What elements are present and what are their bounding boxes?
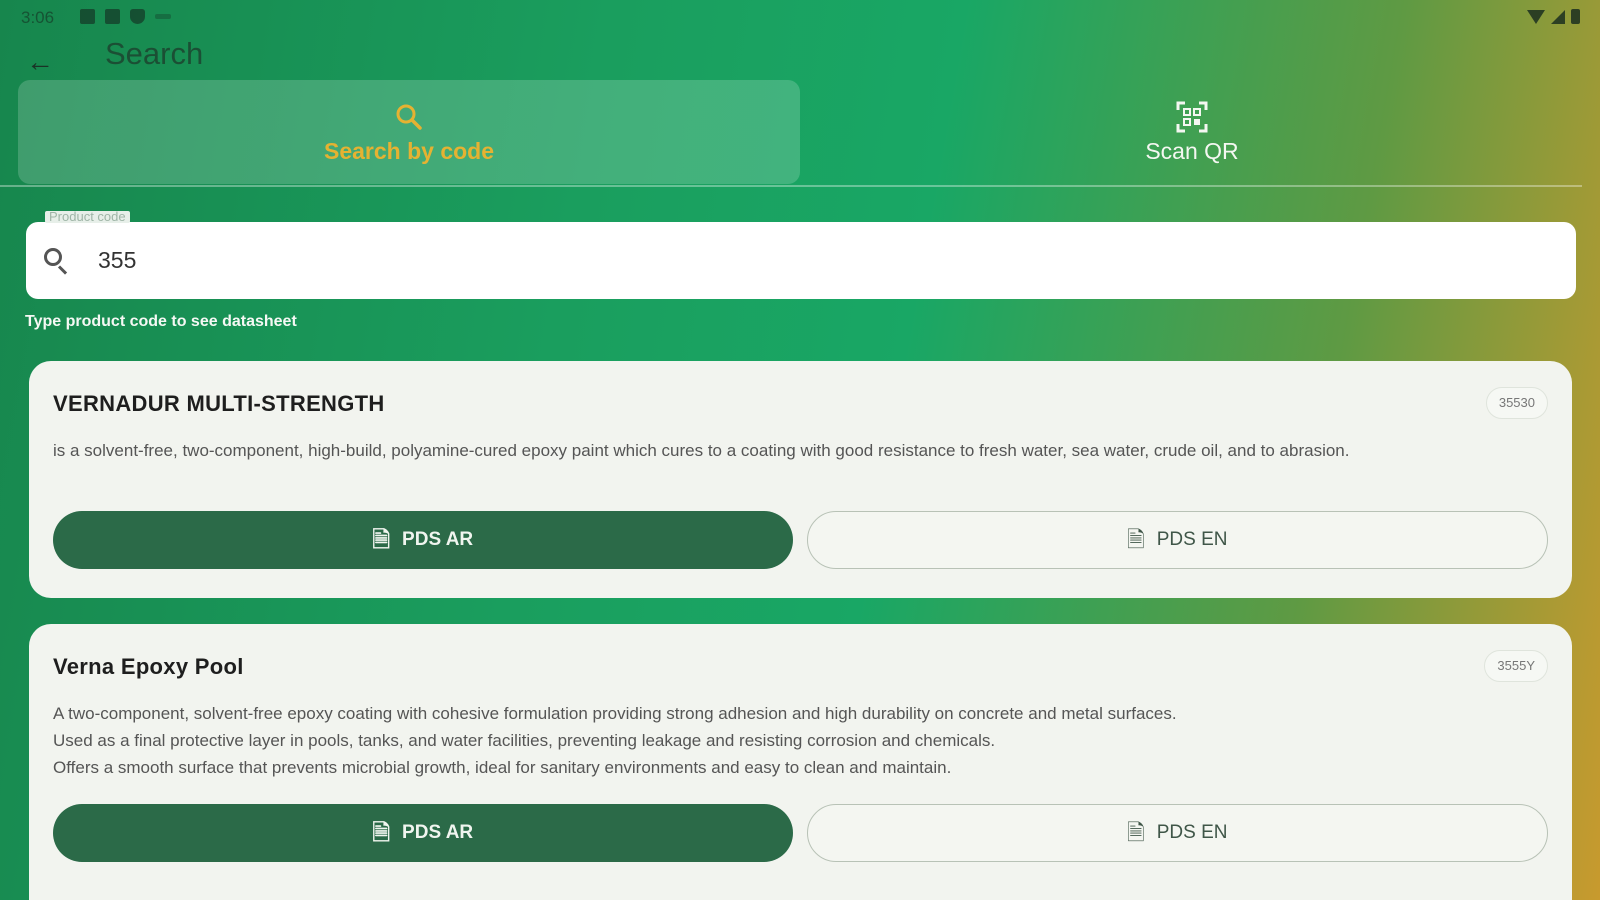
product-title: VERNADUR MULTI-STRENGTH [53, 391, 385, 416]
description-line: A two-component, solvent-free epoxy coat… [53, 704, 1177, 723]
tab-search-by-code[interactable]: Search by code [18, 80, 800, 184]
status-time: 3:06 [21, 8, 55, 27]
wifi-icon [1527, 10, 1545, 24]
more-notifications-icon [155, 14, 171, 19]
description-line: Offers a smooth surface that prevents mi… [53, 758, 952, 777]
datasheet-buttons: 🗎 PDS AR 🗎 PDS EN [53, 511, 1548, 569]
document-icon: 🗎 [1127, 527, 1145, 552]
search-icon [44, 247, 70, 275]
helper-text: Type product code to see datasheet [25, 313, 297, 330]
result-card: Verna Epoxy Pool 3555Y A two-component, … [29, 624, 1572, 900]
tab-label: Search by code [323, 137, 495, 164]
notification-icons [80, 9, 171, 24]
pds-en-button[interactable]: 🗎 PDS EN [806, 511, 1548, 569]
tab-divider [0, 185, 1582, 187]
product-title: Verna Epoxy Pool [53, 654, 244, 679]
document-icon: 🗎 [372, 527, 391, 552]
pds-ar-button[interactable]: 🗎 PDS AR [53, 511, 793, 569]
tab-bar: Search by code Scan QR [18, 80, 1583, 184]
system-icons [1527, 9, 1580, 24]
pds-ar-button[interactable]: 🗎 PDS AR [53, 804, 793, 862]
document-icon: 🗎 [372, 820, 391, 845]
product-code-badge: 35530 [1485, 387, 1548, 419]
app-bar: ← Search [0, 30, 1600, 80]
notification-icon [105, 9, 120, 24]
tab-scan-qr[interactable]: Scan QR [801, 80, 1583, 184]
pds-en-button[interactable]: 🗎 PDS EN [806, 804, 1548, 862]
notification-icon [80, 9, 95, 24]
document-icon: 🗎 [1127, 820, 1145, 845]
button-label: PDS AR [402, 822, 474, 843]
button-label: PDS EN [1156, 822, 1228, 843]
result-card: VERNADUR MULTI-STRENGTH 35530 is a solve… [29, 361, 1572, 598]
qr-scan-icon [1176, 101, 1208, 132]
battery-icon [1571, 9, 1580, 24]
page-title: Search [105, 36, 204, 71]
product-code-badge: 3555Y [1484, 650, 1548, 682]
search-icon [396, 104, 422, 130]
status-bar: 3:06 [0, 0, 1600, 34]
back-arrow-icon[interactable]: ← [26, 46, 58, 78]
product-code-field[interactable] [26, 222, 1576, 299]
product-code-label: Product code [45, 211, 130, 223]
tab-label: Scan QR [1145, 137, 1239, 164]
button-label: PDS EN [1156, 529, 1228, 550]
button-label: PDS AR [402, 529, 474, 550]
datasheet-buttons: 🗎 PDS AR 🗎 PDS EN [53, 804, 1548, 862]
signal-icon [1551, 10, 1565, 24]
product-description: is a solvent-free, two-component, high-b… [53, 441, 1350, 460]
shield-icon [130, 9, 145, 24]
product-code-input[interactable] [98, 247, 1498, 274]
product-description: A two-component, solvent-free epoxy coat… [53, 700, 1513, 781]
description-line: Used as a final protective layer in pool… [53, 731, 996, 750]
